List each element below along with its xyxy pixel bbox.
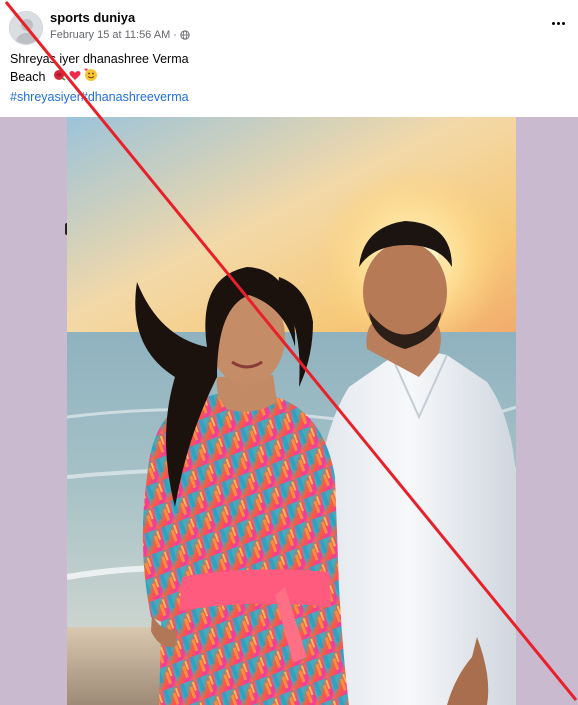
- hashtag-link-2[interactable]: #dhanashreeverma: [81, 90, 189, 104]
- globe-icon[interactable]: [180, 30, 190, 40]
- post-meta: February 15 at 11:56 AM ·: [50, 29, 190, 41]
- post-media[interactable]: [0, 117, 578, 705]
- avatar-placeholder-icon: [10, 12, 42, 44]
- rose-emoji-icon: [53, 70, 66, 81]
- hashtag-link-1[interactable]: #shreyasiyer: [10, 90, 81, 104]
- caption-emojis: [53, 68, 99, 87]
- caption-line-2-text: Beach: [10, 69, 46, 84]
- caption-line-2: Beach: [10, 68, 189, 87]
- post-header: sports duniya February 15 at 11:56 AM · …: [0, 0, 578, 117]
- heart-emoji-icon: [69, 71, 81, 80]
- caption-line-1: Shreyas iyer dhanashree Verma: [10, 52, 189, 66]
- more-options-icon[interactable]: [547, 15, 569, 31]
- author-name[interactable]: sports duniya: [50, 10, 135, 25]
- smiling-face-with-hearts-emoji-icon: [84, 68, 97, 81]
- beach-couple-photo: [67, 117, 516, 705]
- author-avatar[interactable]: [9, 11, 43, 45]
- post-photo[interactable]: [67, 117, 516, 705]
- post-hashtags: #shreyasiyer#dhanashreeverma: [10, 90, 189, 104]
- post-caption: Shreyas iyer dhanashree Verma Beach: [10, 51, 189, 87]
- post-date[interactable]: February 15 at 11:56 AM: [50, 29, 170, 41]
- dot-separator: ·: [173, 29, 177, 41]
